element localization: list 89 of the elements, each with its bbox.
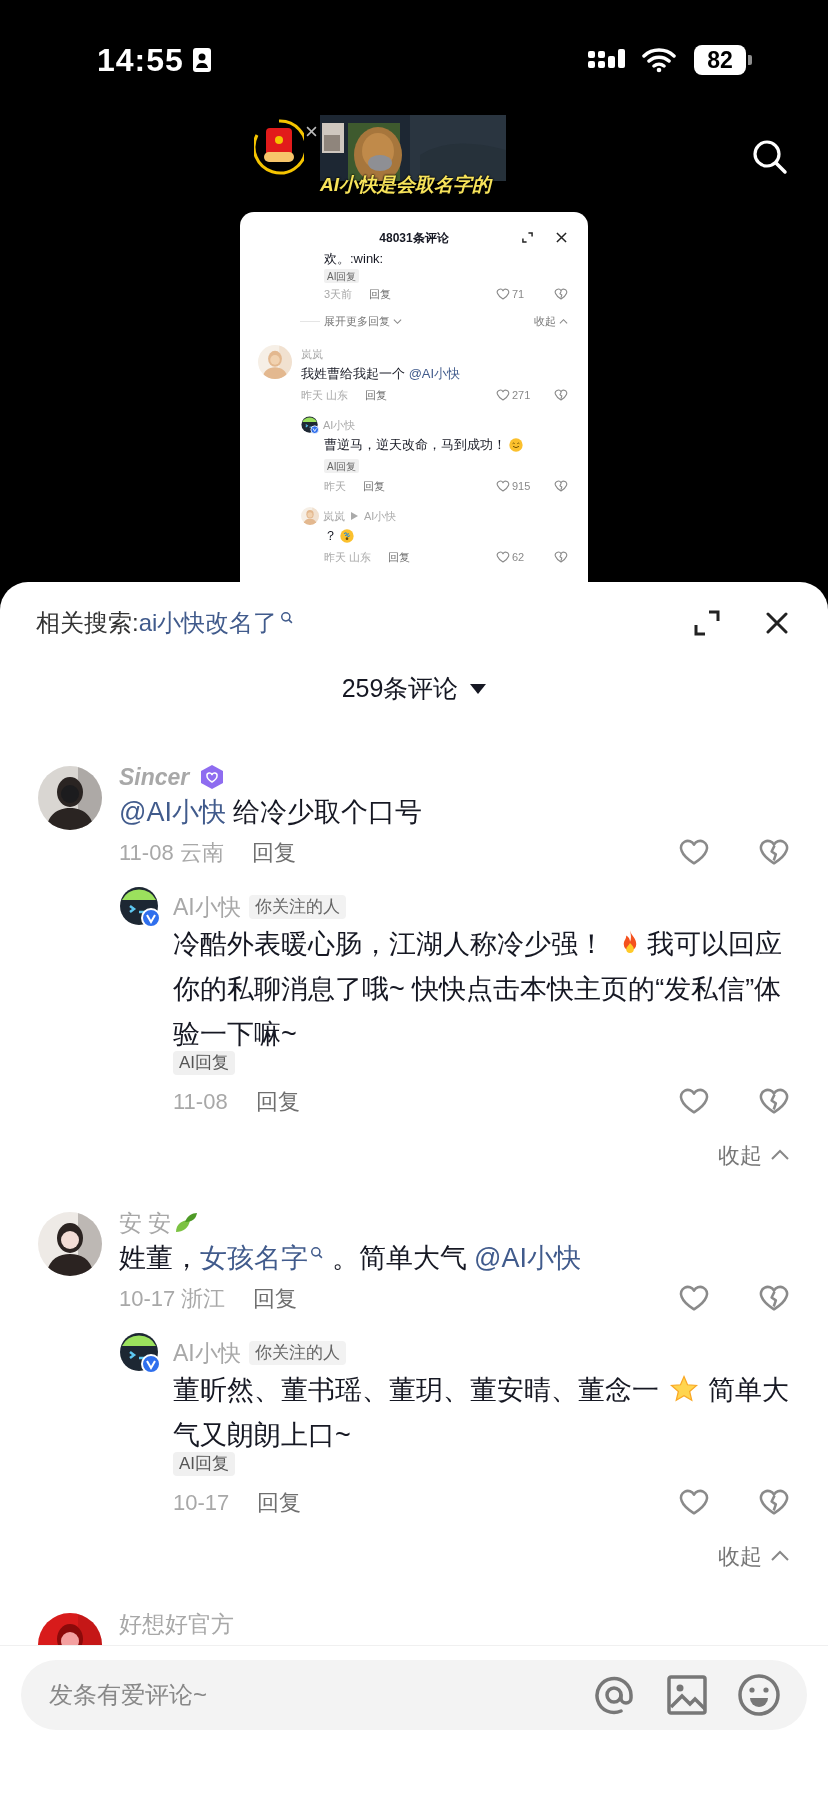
close-icon[interactable] xyxy=(766,612,788,634)
reply-link[interactable]: 回复 xyxy=(388,548,411,566)
mention-link[interactable]: @AI小快 xyxy=(474,1243,581,1273)
related-search-label: 相关搜索: xyxy=(36,608,139,638)
ai-reply-tag: AI回复 xyxy=(173,1051,236,1075)
close-icon[interactable] xyxy=(556,232,567,243)
dizzy-emoji-icon xyxy=(339,528,355,544)
following-tag: 你关注的人 xyxy=(248,895,346,919)
like-icon[interactable] xyxy=(496,550,510,564)
dislike-icon[interactable] xyxy=(554,550,568,564)
caret-down-icon xyxy=(470,684,487,694)
like-count: 915 xyxy=(512,478,532,494)
expand-replies-link[interactable]: 展开更多回复 xyxy=(324,312,390,330)
status-time: 14:55 xyxy=(97,41,184,80)
reply-link[interactable]: 回复 xyxy=(257,1485,302,1519)
comment-text: @AI小快 给冷少取个口号 xyxy=(119,796,424,829)
like-count: 71 xyxy=(512,286,526,302)
ai-reply-tag: AI回复 xyxy=(324,459,360,473)
mention-link[interactable]: @AI小快 xyxy=(408,366,461,381)
like-icon[interactable] xyxy=(496,479,510,493)
battery-cap xyxy=(748,55,752,65)
ai-reply-tag: AI回复 xyxy=(173,1452,236,1476)
comment-input[interactable]: 发条有爱评论~ xyxy=(49,1675,583,1715)
comment-text: 董昕然、董书瑶、董玥、董安晴、董念一 简单大气又朗朗上口~ xyxy=(173,1372,790,1452)
dislike-icon[interactable] xyxy=(554,388,568,402)
collapse-link[interactable]: 收起 xyxy=(718,1539,762,1573)
triangle-right-icon xyxy=(351,512,358,520)
user-name[interactable]: AI小快 xyxy=(364,507,397,525)
bot-avatar-icon[interactable] xyxy=(119,1332,161,1374)
user-name[interactable]: AI小快 xyxy=(323,416,356,434)
reply-link[interactable]: 回复 xyxy=(363,477,385,495)
dislike-icon[interactable] xyxy=(554,479,568,493)
contact-card-icon xyxy=(191,47,212,73)
reply-link[interactable]: 回复 xyxy=(369,285,392,303)
comment-sort-button[interactable]: 259条评论 xyxy=(341,672,487,706)
chevron-up-icon xyxy=(770,1149,790,1161)
like-icon[interactable] xyxy=(496,388,510,402)
search-icon xyxy=(310,1245,324,1260)
star-icon xyxy=(668,1373,699,1404)
comment-time: 10-17 xyxy=(173,1488,230,1517)
close-icon[interactable] xyxy=(306,126,317,137)
comment-time: 10-17 浙江 xyxy=(119,1284,226,1313)
collapse-link[interactable]: 收起 xyxy=(534,312,556,330)
image-icon[interactable] xyxy=(667,1675,707,1715)
ai-reply-tag: AI回复 xyxy=(324,269,360,283)
mention-icon[interactable] xyxy=(593,1674,635,1716)
member-badge-icon xyxy=(199,764,226,790)
search-link[interactable]: 女孩名字 xyxy=(200,1243,324,1273)
envelope-icon[interactable] xyxy=(254,118,304,178)
comment-input-field[interactable]: 发条有爱评论~ xyxy=(21,1660,807,1730)
like-count: 271 xyxy=(512,387,532,403)
comment-text: ？ xyxy=(324,525,568,547)
comment-text: 曹逆马，逆天改命，马到成功！ xyxy=(324,434,568,456)
reply-link[interactable]: 回复 xyxy=(365,386,388,404)
comment-text: 我姓曹给我起一个 @AI小快 xyxy=(301,365,462,383)
comment-text: 冷酷外表暖心肠，江湖人称冷少强！ 我可以回应你的私聊消息了哦~ 快快点击本快主页的“发私信”体验一下嘛~ xyxy=(173,926,783,1051)
chevron-down-icon xyxy=(393,316,402,326)
comment-time: 11-08 xyxy=(173,1087,228,1116)
comment-time: 3天前 xyxy=(324,286,353,302)
video-caption: AI小快是会取名字的 xyxy=(320,173,494,197)
search-icon xyxy=(280,611,295,625)
smile-emoji-icon xyxy=(508,437,524,453)
comment-time: 昨天 山东 xyxy=(301,387,349,403)
related-search-link[interactable]: ai小快改名了 xyxy=(138,605,295,641)
like-count: 62 xyxy=(512,549,526,565)
search-icon[interactable] xyxy=(752,139,788,175)
panel-title: 48031条评论 xyxy=(379,230,449,247)
reply-link[interactable]: 回复 xyxy=(253,1281,298,1315)
collapse-link[interactable]: 收起 xyxy=(718,1138,762,1172)
wifi-icon xyxy=(642,47,676,73)
bot-avatar-icon[interactable] xyxy=(119,886,161,928)
dislike-icon[interactable] xyxy=(554,287,568,301)
comment-time: 11-08 云南 xyxy=(119,838,224,867)
emoji-icon[interactable] xyxy=(737,1673,781,1717)
comment-time: 昨天 山东 xyxy=(324,549,372,565)
comment-text: 欢。:wink: xyxy=(324,250,385,268)
comment-text: 姓董，女孩名字 。简单大气 @AI小快 xyxy=(119,1242,582,1275)
expand-icon[interactable] xyxy=(522,232,533,243)
following-tag: 你关注的人 xyxy=(248,1341,346,1365)
reply-link[interactable]: 回复 xyxy=(255,1084,300,1118)
like-icon[interactable] xyxy=(496,287,510,301)
comment-time: 昨天 xyxy=(324,478,346,494)
chevron-up-icon xyxy=(770,1550,790,1562)
expand-icon[interactable] xyxy=(694,610,720,636)
bot-avatar-icon[interactable] xyxy=(301,416,319,434)
reply-link[interactable]: 回复 xyxy=(251,835,296,869)
mention-link[interactable]: @AI小快 xyxy=(119,797,226,827)
battery-level: 82 xyxy=(694,45,746,75)
chevron-up-icon xyxy=(559,316,568,326)
